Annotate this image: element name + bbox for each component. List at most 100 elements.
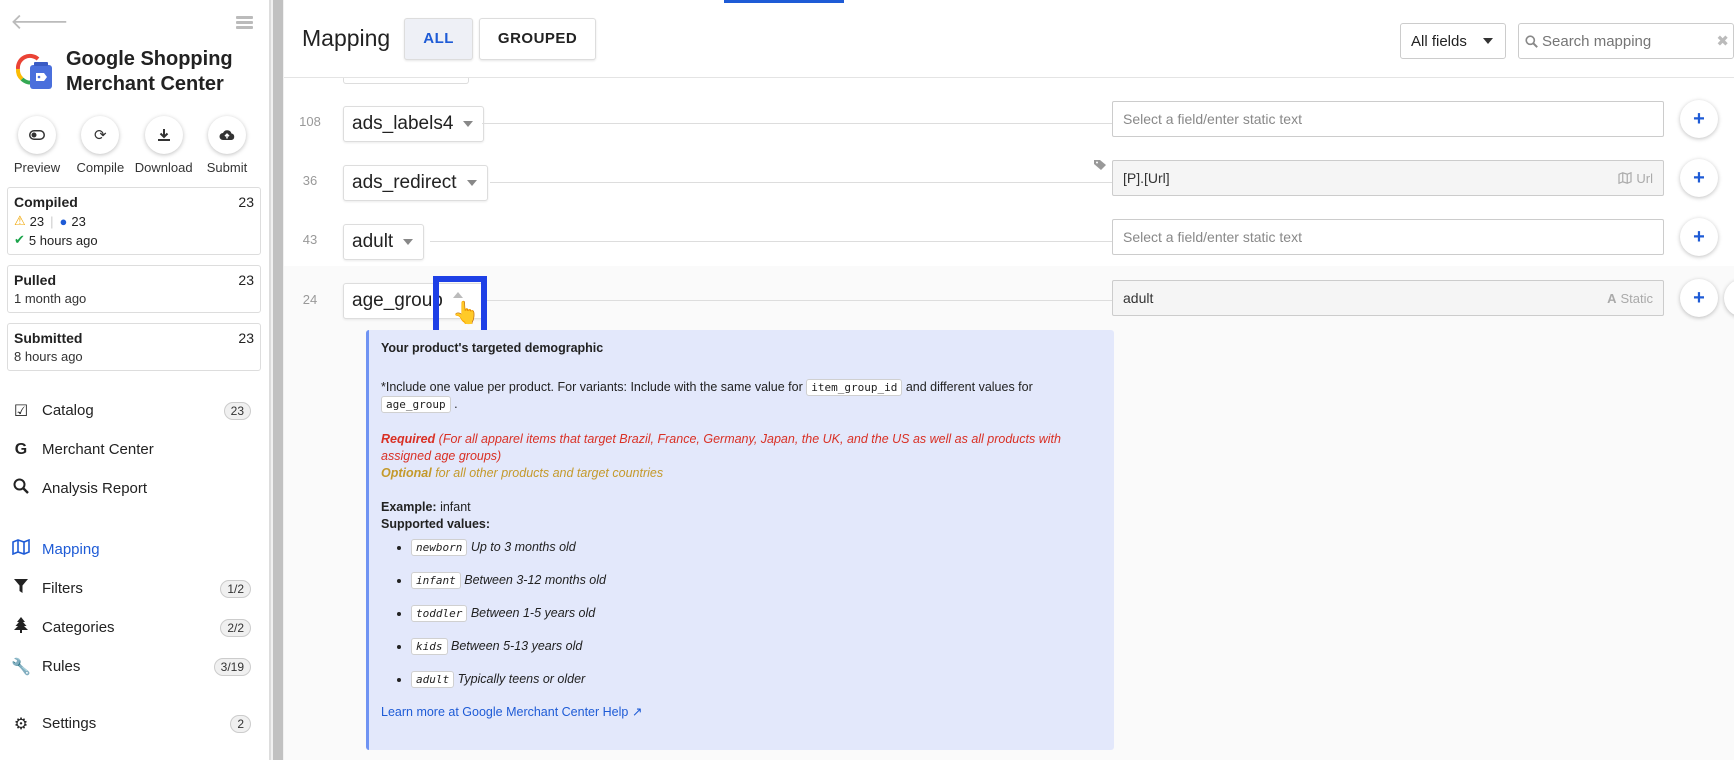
add-button[interactable]: + (1680, 159, 1718, 197)
help-required: Required (For all apparel items that tar… (381, 431, 1102, 465)
check-icon: ✔ (14, 232, 25, 247)
value-input[interactable]: [P].[Url] Url (1112, 160, 1664, 196)
submitted-title: Submitted (14, 330, 83, 346)
back-arrow-icon[interactable]: 🡐 (10, 9, 69, 35)
supported-label: Supported values: (381, 517, 491, 531)
help-include: *Include one value per product. For vari… (381, 379, 1102, 413)
add-button[interactable]: + (1680, 218, 1718, 256)
optional-label: Optional (381, 466, 432, 480)
sidebar-item-categories[interactable]: Categories 2/2 (0, 608, 269, 647)
help-include-text-b: and different values for (905, 380, 1033, 394)
action-bar: Preview ⟳ Compile Download Submit (0, 94, 258, 175)
value-code: toddler (411, 605, 468, 622)
tab-all[interactable]: ALL (404, 17, 473, 60)
help-supported: Supported values: (381, 516, 1102, 533)
sidebar-item-rules[interactable]: 🔧 Rules 3/19 (0, 647, 269, 686)
compile-label: Compile (76, 160, 125, 175)
value-input[interactable]: adult A Static (1112, 280, 1664, 316)
field-chip[interactable]: ads_redirect (343, 165, 488, 201)
brand-line-1: Google Shopping (66, 48, 233, 70)
value-type-tag: Url (1618, 171, 1653, 186)
gears-icon: ⚙ (13, 715, 29, 733)
wrench-icon: 🔧 (11, 658, 31, 676)
sidebar-item-catalog[interactable]: ☑ Catalog 23 (0, 391, 269, 430)
field-name: ads_labels4 (352, 113, 454, 134)
hamburger-menu-icon[interactable] (236, 15, 253, 29)
caret-down-icon[interactable] (403, 239, 414, 245)
sidebar-item-mapping[interactable]: Mapping (0, 530, 269, 569)
compiled-card[interactable]: Compiled 23 ⚠ 23 | ● 23 ✔ 5 hours ago (7, 187, 261, 255)
required-text: (For all apparel items that target Brazi… (381, 432, 1061, 463)
value-input[interactable]: Select a field/enter static text (1112, 219, 1664, 255)
value-desc: Between 3-12 months old (464, 573, 606, 587)
preview-button[interactable]: Preview (6, 116, 68, 175)
submitted-card[interactable]: Submitted 23 8 hours ago (7, 323, 261, 371)
info-icon: ● (59, 213, 68, 229)
fields-filter-value: All fields (1411, 32, 1467, 50)
learn-more-link[interactable]: Learn more at Google Merchant Center Hel… (381, 705, 642, 719)
compiled-time: 5 hours ago (28, 232, 98, 248)
add-button[interactable]: + (1680, 100, 1718, 138)
value-text: adult (1123, 290, 1154, 306)
compile-button[interactable]: ⟳ Compile (69, 116, 131, 175)
pulled-time: 1 month ago (14, 291, 87, 306)
rules-badge: 3/19 (213, 657, 251, 676)
example-label: Example: (381, 500, 437, 514)
google-g-icon: G (14, 440, 28, 458)
field-chip[interactable]: adult (343, 224, 425, 260)
sidebar-item-label: Catalog (42, 402, 94, 419)
fields-filter-select[interactable]: All fields (1400, 23, 1506, 59)
row-number: 24 (302, 292, 318, 307)
download-icon (144, 116, 183, 154)
clear-icon[interactable]: ✖ (1716, 32, 1729, 50)
pulled-title: Pulled (14, 272, 57, 288)
caret-up-icon[interactable] (453, 292, 463, 298)
example-value: infant (440, 500, 471, 514)
compiled-stats: ⚠ 23 | ● 23 (14, 213, 254, 229)
compiled-warnings: 23 (29, 213, 45, 229)
value-type-tag: A Static (1607, 291, 1653, 306)
add-button[interactable]: + (1680, 279, 1718, 317)
help-include-text-c: . (454, 397, 458, 411)
caret-down-icon (1483, 38, 1493, 44)
sidebar-item-merchant-center[interactable]: G Merchant Center (0, 430, 269, 469)
sidebar: 🡐 Google Shopping Merchant Center Previe… (0, 0, 270, 760)
help-include-text: *Include one value per product. For vari… (381, 380, 803, 394)
value-type-label: Url (1636, 170, 1653, 186)
nav-gap (0, 508, 269, 530)
list-item: toddler Between 1-5 years old (411, 605, 1102, 622)
sidebar-item-label: Filters (42, 580, 83, 597)
code-age-group: age_group (381, 396, 451, 413)
field-chip[interactable]: ads_labels4 (343, 106, 485, 142)
submit-button[interactable]: Submit (196, 116, 258, 175)
value-code: infant (411, 572, 461, 589)
sidebar-scrollbar-thumb[interactable] (273, 0, 283, 760)
external-link-icon: ↗ (631, 705, 643, 719)
field-help-panel: Your product's targeted demographic *Inc… (366, 330, 1114, 750)
optional-text: for all other products and target countr… (435, 466, 664, 480)
list-item: kids Between 5-13 years old (411, 638, 1102, 655)
pulled-card[interactable]: Pulled 23 1 month ago (7, 265, 261, 313)
sidebar-item-analysis-report[interactable]: Analysis Report (0, 469, 269, 508)
tab-grouped[interactable]: GROUPED (478, 17, 597, 60)
sidebar-item-settings[interactable]: ⚙ Settings 2 (0, 704, 269, 743)
sidebar-item-label: Settings (42, 715, 97, 732)
search-input[interactable] (1542, 32, 1712, 50)
value-placeholder: Select a field/enter static text (1123, 229, 1302, 245)
search-box[interactable]: ✖ (1518, 23, 1734, 59)
download-label: Download (134, 160, 193, 175)
download-button[interactable]: Download (133, 116, 195, 175)
nav-gap (0, 686, 269, 704)
value-desc: Between 1-5 years old (470, 606, 596, 620)
sidebar-item-filters[interactable]: Filters 1/2 (0, 569, 269, 608)
main-content: Mapping ALL GROUPED All fields ✖ 108 ads… (284, 0, 1734, 760)
brand: Google Shopping Merchant Center (0, 44, 269, 95)
value-input[interactable]: Select a field/enter static text (1112, 101, 1664, 137)
supported-values-list: newborn Up to 3 months old infant Betwee… (411, 539, 1102, 688)
google-shopping-logo-icon (10, 49, 56, 95)
search-icon (1525, 34, 1538, 48)
caret-down-icon[interactable] (466, 180, 477, 186)
pulled-count: 23 (238, 272, 254, 288)
caret-down-icon[interactable] (463, 121, 474, 127)
sidebar-scrollbar[interactable] (270, 0, 284, 760)
